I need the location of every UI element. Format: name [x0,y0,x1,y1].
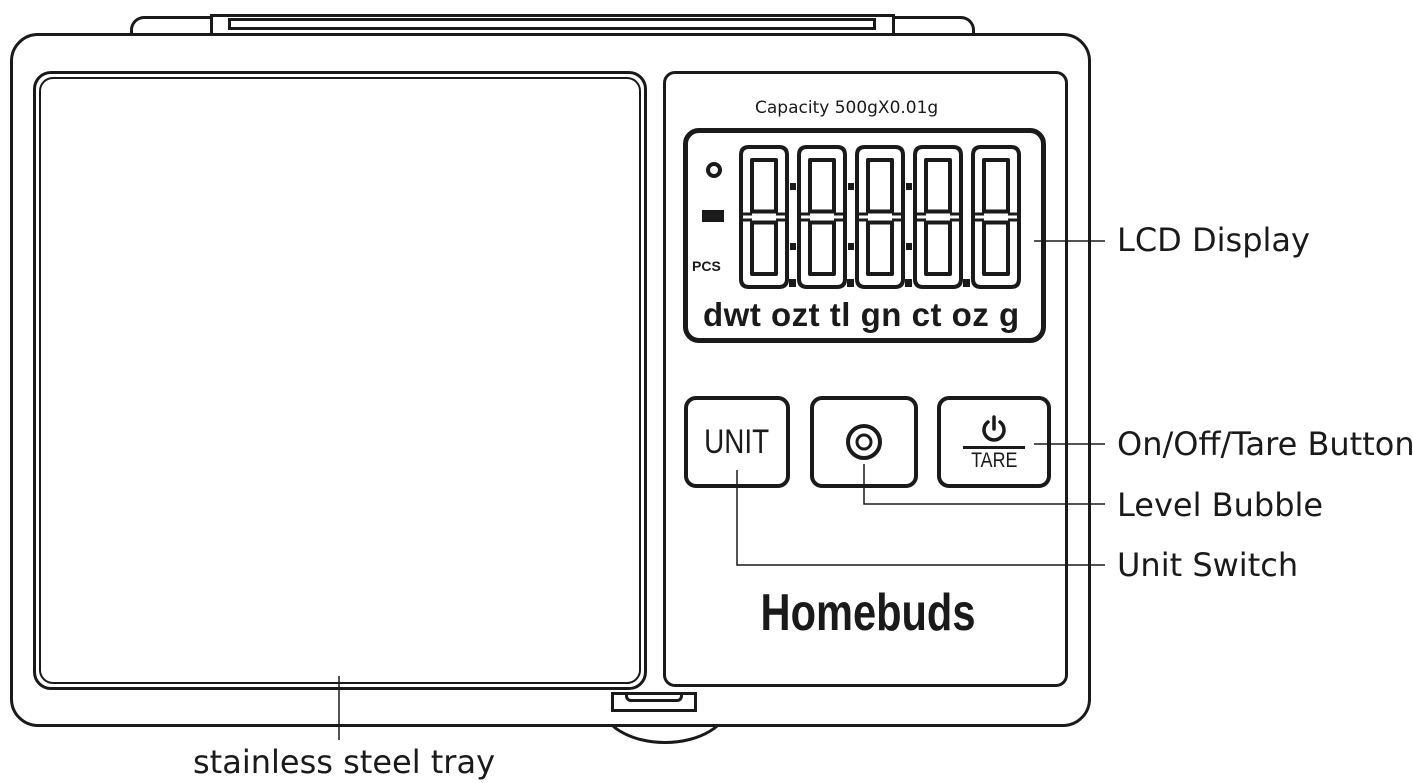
callout-lines [338,240,1105,740]
callout-unit-switch: Unit Switch [1117,546,1299,584]
callout-on-off-tare: On/Off/Tare Button [1117,425,1413,463]
level-leader [863,464,1105,505]
callout-lcd-display: LCD Display [1117,221,1310,259]
unit-leader [736,470,1105,566]
callout-level-bubble: Level Bubble [1117,486,1324,524]
callout-tray: stainless steel tray [193,743,495,781]
